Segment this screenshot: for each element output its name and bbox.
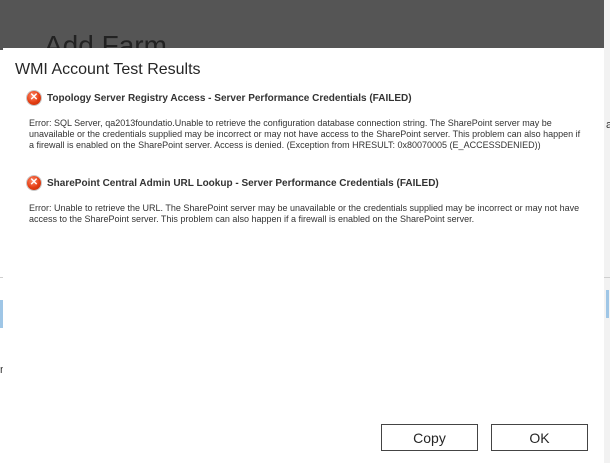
ok-button[interactable]: OK bbox=[491, 424, 588, 451]
result-header: ✕ Topology Server Registry Access - Serv… bbox=[27, 91, 583, 105]
result-item: ✕ Topology Server Registry Access - Serv… bbox=[27, 91, 583, 151]
wmi-test-results-dialog: WMI Account Test Results ✕ Topology Serv… bbox=[3, 48, 604, 463]
result-item: ✕ SharePoint Central Admin URL Lookup - … bbox=[27, 176, 583, 225]
page-right-edge bbox=[604, 0, 610, 463]
copy-button[interactable]: Copy bbox=[381, 424, 478, 451]
page-right-accent bbox=[606, 290, 609, 318]
dialog-title: WMI Account Test Results bbox=[15, 61, 201, 78]
error-x-icon: ✕ bbox=[27, 176, 41, 190]
result-title: SharePoint Central Admin URL Lookup - Se… bbox=[47, 177, 439, 189]
result-title: Topology Server Registry Access - Server… bbox=[47, 92, 412, 104]
result-header: ✕ SharePoint Central Admin URL Lookup - … bbox=[27, 176, 583, 190]
error-x-icon: ✕ bbox=[27, 91, 41, 105]
result-message: Error: Unable to retrieve the URL. The S… bbox=[29, 203, 580, 224]
page-divider bbox=[604, 277, 610, 278]
page-side-text: a bbox=[606, 119, 610, 131]
result-message: Error: SQL Server, qa2013foundatio.Unabl… bbox=[29, 118, 581, 150]
